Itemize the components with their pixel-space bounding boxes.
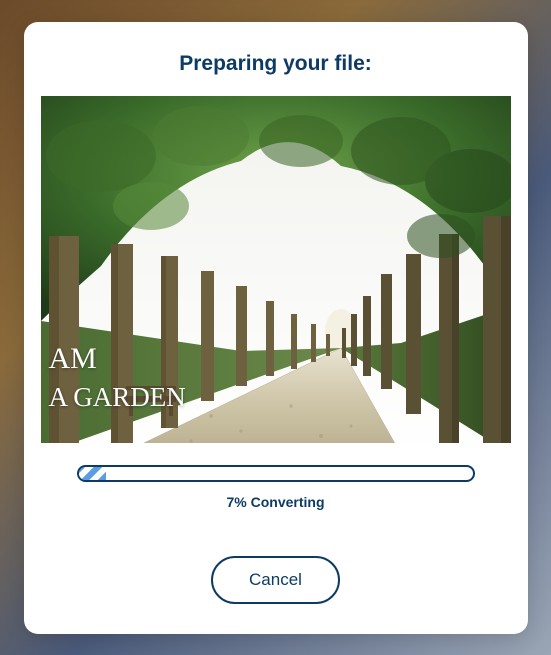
- progress-label: 7% Converting: [226, 494, 324, 510]
- preview-watermark: AM A GARDEN: [49, 341, 186, 413]
- watermark-line-1: AM: [49, 341, 186, 377]
- progress-fill: [79, 467, 107, 480]
- watermark-line-2: A GARDEN: [49, 381, 186, 413]
- preparing-file-modal: Preparing your file:: [24, 22, 528, 634]
- modal-title: Preparing your file:: [179, 52, 372, 76]
- cancel-button[interactable]: Cancel: [211, 556, 340, 604]
- progress-bar: [77, 465, 475, 482]
- video-preview: AM A GARDEN: [41, 96, 511, 443]
